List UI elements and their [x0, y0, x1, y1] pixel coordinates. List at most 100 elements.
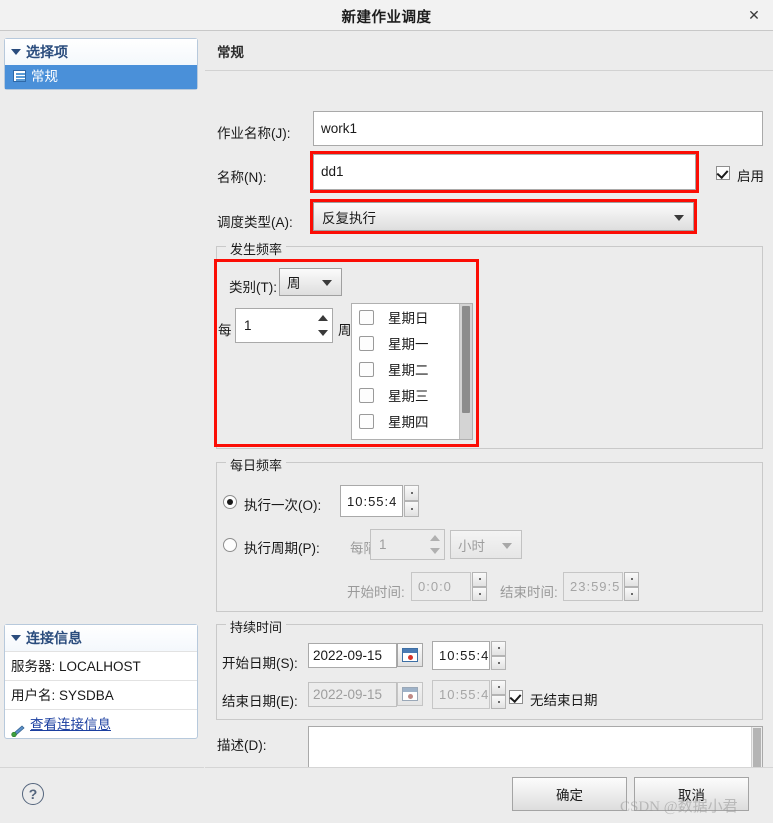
periodic-unit-value: 小时: [458, 538, 485, 554]
weekday-checkbox[interactable]: [359, 361, 374, 377]
calendar-icon: [402, 648, 418, 662]
start-date-time-input[interactable]: 10:55:4: [432, 641, 490, 670]
weekday-checkbox[interactable]: [359, 335, 374, 351]
schedule-type-select[interactable]: 反复执行: [313, 202, 694, 231]
spinner-down-icon[interactable]: [624, 586, 639, 601]
connection-panel-title: 连接信息: [26, 630, 82, 646]
weekday-checkbox[interactable]: [359, 413, 374, 429]
chevron-down-icon: [322, 280, 332, 286]
periodic-interval-spinner[interactable]: 1: [370, 529, 445, 560]
help-icon[interactable]: ?: [22, 783, 44, 805]
interval-suffix-label: 周: [338, 323, 352, 338]
spinner-down-icon[interactable]: [491, 655, 506, 670]
start-date-time-spinner[interactable]: [491, 641, 506, 670]
spinner-down-icon[interactable]: [314, 326, 331, 342]
enable-checkbox[interactable]: [716, 166, 730, 180]
spinner-up-icon[interactable]: [314, 310, 331, 326]
calendar-icon: [402, 687, 418, 701]
options-panel-title: 选择项: [26, 44, 68, 60]
category-select[interactable]: 周: [279, 268, 342, 296]
cancel-button[interactable]: 取消: [634, 777, 749, 811]
weekday-label: 星期一: [388, 337, 429, 352]
interval-value: 1: [244, 318, 252, 333]
frequency-group-title: 发生频率: [226, 239, 287, 258]
spinner-down-icon[interactable]: [491, 694, 506, 709]
connection-panel-header[interactable]: 连接信息: [5, 625, 197, 651]
periodic-spinner-arrows[interactable]: [426, 531, 443, 558]
execute-once-radio[interactable]: [223, 495, 237, 509]
connection-server-value: LOCALHOST: [59, 659, 141, 674]
spinner-up-icon[interactable]: [624, 572, 639, 587]
end-time-input[interactable]: 23:59:5: [563, 572, 623, 601]
end-date-input[interactable]: 2022-09-15: [308, 682, 397, 707]
connection-link-icon: [11, 718, 26, 738]
spinner-down-icon[interactable]: [404, 501, 419, 517]
execute-once-time-spinner[interactable]: [404, 485, 419, 517]
connection-user-value: SYSDBA: [59, 688, 114, 703]
collapse-triangle-icon[interactable]: [11, 635, 21, 642]
start-date-calendar-button[interactable]: [397, 643, 423, 667]
weekday-label: 星期四: [388, 415, 429, 430]
no-end-date-checkbox[interactable]: [509, 690, 523, 704]
options-panel-header[interactable]: 选择项: [5, 39, 197, 65]
list-item[interactable]: 星期一: [352, 330, 472, 356]
weekday-list[interactable]: 星期日 星期一 星期二 星期三 星期四: [351, 303, 473, 440]
execute-once-label: 执行一次(O):: [244, 498, 322, 513]
ok-button[interactable]: 确定: [512, 777, 627, 811]
start-time-spinner[interactable]: [472, 572, 487, 601]
execute-periodic-label: 执行周期(P):: [244, 541, 320, 556]
weekday-checkbox[interactable]: [359, 309, 374, 325]
end-date-calendar-button[interactable]: [397, 682, 423, 706]
connection-info-panel: 连接信息 服务器: LOCALHOST 用户名: SYSDBA 查看连接信息: [4, 624, 198, 739]
start-date-label: 开始日期(S):: [222, 656, 298, 671]
job-name-input[interactable]: work1: [313, 111, 763, 146]
start-time-label: 开始时间:: [347, 585, 405, 600]
grid-icon: [13, 70, 26, 83]
end-date-time-input[interactable]: 10:55:4: [432, 680, 490, 709]
spinner-up-icon[interactable]: [426, 531, 443, 545]
scrollbar-thumb[interactable]: [462, 306, 470, 413]
category-value: 周: [287, 276, 301, 291]
connection-server-label: 服务器:: [11, 659, 56, 674]
close-icon[interactable]: ✕: [743, 5, 765, 25]
window-title: 新建作业调度: [341, 10, 432, 26]
weekday-label: 星期二: [388, 363, 429, 378]
start-date-input[interactable]: 2022-09-15: [308, 643, 397, 668]
spinner-up-icon[interactable]: [404, 485, 419, 501]
end-time-spinner[interactable]: [624, 572, 639, 601]
weekday-label: 星期日: [388, 311, 429, 326]
end-date-label: 结束日期(E):: [222, 694, 298, 709]
spinner-down-icon[interactable]: [426, 545, 443, 559]
schedule-type-value: 反复执行: [322, 210, 376, 226]
spinner-down-icon[interactable]: [472, 586, 487, 601]
periodic-unit-select[interactable]: 小时: [450, 530, 522, 559]
spinner-up-icon[interactable]: [491, 641, 506, 656]
dialog-footer: 确定 取消: [205, 767, 773, 823]
list-item[interactable]: 星期三: [352, 382, 472, 408]
chevron-down-icon: [502, 542, 512, 549]
interval-spinner-arrows[interactable]: [314, 310, 331, 341]
sidebar-item-general[interactable]: 常规: [5, 65, 197, 89]
connection-server-row: 服务器: LOCALHOST: [5, 651, 197, 680]
interval-prefix-label: 每: [218, 323, 232, 338]
section-divider: [205, 70, 773, 71]
interval-spinner[interactable]: 1: [235, 308, 333, 343]
execute-once-time-input[interactable]: 10:55:4: [340, 485, 403, 517]
sidebar-item-label: 常规: [31, 69, 58, 84]
view-connection-info-row[interactable]: 查看连接信息: [5, 709, 197, 738]
collapse-triangle-icon[interactable]: [11, 49, 21, 56]
start-time-input[interactable]: 0:0:0: [411, 572, 471, 601]
end-time-label: 结束时间:: [500, 585, 558, 600]
weekday-checkbox[interactable]: [359, 387, 374, 403]
spinner-up-icon[interactable]: [491, 680, 506, 695]
view-connection-info-link[interactable]: 查看连接信息: [30, 717, 111, 732]
end-date-time-spinner[interactable]: [491, 680, 506, 709]
weekday-list-scrollbar[interactable]: [459, 304, 472, 439]
name-input[interactable]: dd1: [313, 154, 696, 190]
spinner-up-icon[interactable]: [472, 572, 487, 587]
list-item[interactable]: 星期二: [352, 356, 472, 382]
periodic-interval-value: 1: [379, 537, 387, 552]
execute-periodic-radio[interactable]: [223, 538, 237, 552]
list-item[interactable]: 星期四: [352, 408, 472, 434]
list-item[interactable]: 星期日: [352, 304, 472, 330]
